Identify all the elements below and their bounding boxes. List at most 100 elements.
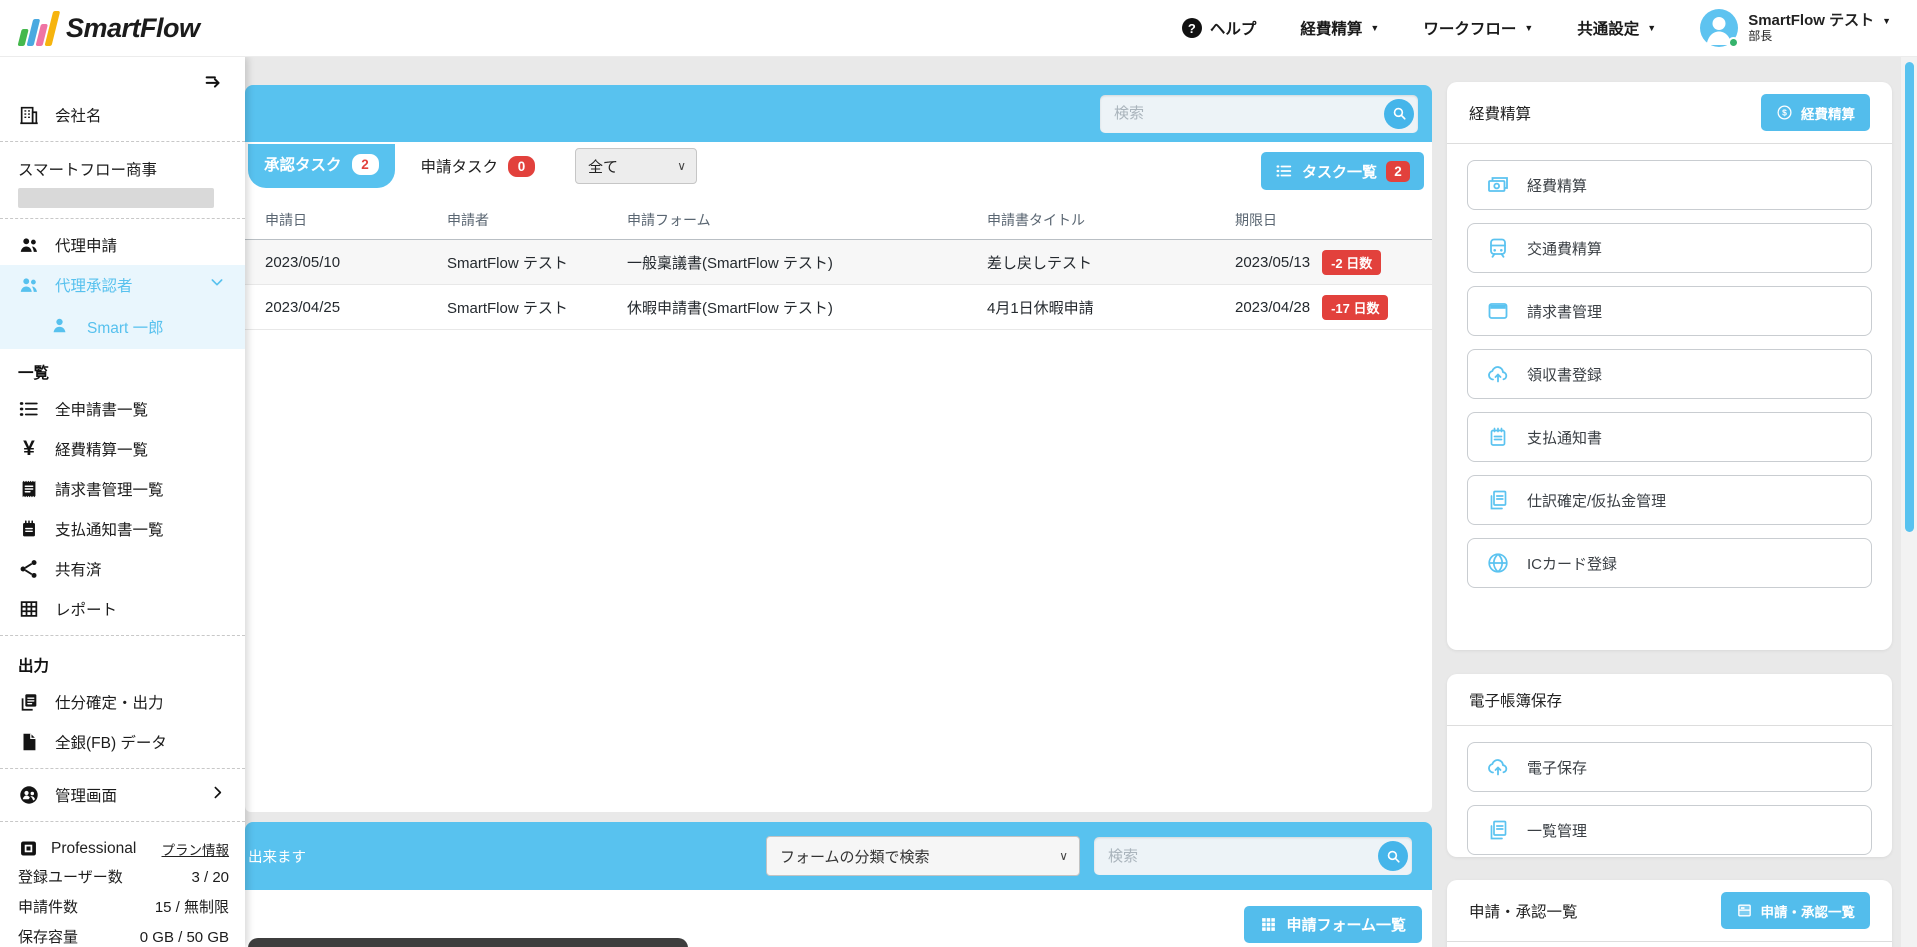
tasks-search (1100, 94, 1418, 133)
sidebar-section-list: 一覧 (18, 365, 50, 382)
plan-badge-icon (18, 838, 39, 859)
bottom-toast (248, 938, 688, 947)
file-icon (18, 731, 40, 753)
journal-icon (18, 691, 40, 713)
sidebar-item-admin[interactable]: 管理画面 (0, 775, 245, 815)
expense-item-payment-notice[interactable]: 支払通知書 (1467, 412, 1872, 462)
cell-title: 4月1日休暇申請 (987, 299, 1094, 317)
sidebar-item-label: 代理申請 (55, 238, 118, 255)
cell-due: 2023/04/28 (1235, 298, 1311, 316)
nav-workflow-menu[interactable]: ワークフロー ▼ (1423, 17, 1533, 39)
expense-item-receipt-upload[interactable]: 領収書登録 (1467, 349, 1872, 399)
sidebar-item-label: Smart 一郎 (87, 320, 164, 337)
smartflow-logo[interactable]: SmartFlow (17, 10, 200, 46)
nav-expense-menu[interactable]: 経費精算 ▼ (1300, 17, 1379, 39)
documents-icon (1486, 488, 1510, 512)
table-row[interactable]: 2023/05/10 SmartFlow テスト 一般稟議書(SmartFlow… (245, 240, 1432, 285)
documents-icon (1486, 818, 1510, 842)
plan-info-link[interactable]: プラン情報 (162, 839, 230, 859)
form-list-button[interactable]: 申請フォーム一覧 (1244, 906, 1422, 943)
cell-form: 休暇申請書(SmartFlow テスト) (627, 299, 833, 317)
request-count-badge: 0 (508, 155, 536, 177)
cell-applicant: SmartFlow テスト (447, 254, 568, 272)
sidebar-item-label: 共有済 (55, 562, 102, 579)
sidebar-item-report[interactable]: レポート (0, 589, 245, 629)
user-menu[interactable]: SmartFlow テスト ▼ 部長 (1700, 9, 1891, 48)
table-icon (18, 598, 40, 620)
people-icon (18, 234, 40, 256)
user-name: SmartFlow テスト (1748, 12, 1875, 30)
overdue-badge: -17 日数 (1322, 294, 1389, 320)
main-content: 承認タスク 2 申請タスク 0 全て ∨ タスク一覧 2 (245, 57, 1432, 947)
expense-item-invoice[interactable]: 請求書管理 (1467, 286, 1872, 336)
search-button[interactable] (1378, 841, 1408, 871)
yen-icon: ¥ (23, 437, 35, 460)
company-name: スマートフロー商事 (18, 162, 158, 179)
sidebar-item-journal-output[interactable]: 仕分確定・出力 (0, 682, 245, 722)
sidebar-item-proxy-approver[interactable]: 代理承認者 (0, 265, 245, 305)
ebook-card-title: 電子帳簿保存 (1469, 692, 1563, 710)
approval-card-title: 申請・承認一覧 (1469, 903, 1578, 921)
sidebar-item-label: 請求書管理一覧 (55, 482, 164, 499)
ebook-item-list[interactable]: 一覧管理 (1467, 805, 1872, 855)
approval-list-button[interactable]: 申請・承認一覧 (1720, 892, 1870, 929)
app-root: SmartFlow ? ヘルプ 経費精算 ▼ ワークフロー ▼ 共通設定 ▼ S… (0, 0, 1917, 947)
card-icon (1486, 299, 1510, 323)
sidebar-item-shared[interactable]: 共有済 (0, 549, 245, 589)
scrollbar-thumb[interactable] (1905, 62, 1914, 532)
search-button[interactable] (1384, 98, 1414, 129)
approval-count-badge: 2 (351, 153, 379, 175)
sidebar-item-proxy-user[interactable]: Smart 一郎 (0, 305, 245, 349)
tab-request-tasks[interactable]: 申請タスク 0 (421, 155, 536, 177)
person-icon (50, 316, 72, 338)
sidebar-item-proxy-apply[interactable]: 代理申請 (0, 225, 245, 265)
expense-item-ic-card[interactable]: ICカード登録 (1467, 538, 1872, 588)
sidebar-item-invoice-list[interactable]: 請求書管理一覧 (0, 469, 245, 509)
chevron-down-icon: ∨ (677, 159, 687, 173)
expense-item-journal[interactable]: 仕訳確定/仮払金管理 (1467, 475, 1872, 525)
banknote-icon (1486, 173, 1510, 197)
tab-approval-tasks[interactable]: 承認タスク 2 (248, 144, 395, 188)
nav-help[interactable]: ? ヘルプ (1181, 17, 1256, 39)
expense-card-title: 経費精算 (1469, 105, 1532, 123)
sidebar-item-expense-list[interactable]: ¥ 経費精算一覧 (0, 429, 245, 469)
sidebar-item-zengin-data[interactable]: 全銀(FB) データ (0, 722, 245, 762)
expense-item-transport[interactable]: 交通費精算 (1467, 223, 1872, 273)
divider (0, 218, 245, 219)
nav-settings-menu[interactable]: 共通設定 ▼ (1577, 17, 1656, 39)
invoice-icon (18, 478, 40, 500)
forms-search-input[interactable] (1094, 837, 1412, 875)
tasks-search-input[interactable] (1100, 94, 1418, 133)
chevron-down-icon: ▼ (1882, 15, 1891, 26)
approval-status-header: ステータス 件数 (1447, 942, 1892, 947)
smartflow-logo-icon (17, 10, 61, 46)
table-row[interactable]: 2023/04/25 SmartFlow テスト 休暇申請書(SmartFlow… (245, 285, 1432, 330)
left-sidebar: 会社名 スマートフロー商事 代理申請 代理承認者 Smart 一郎 一覧 全申請… (0, 57, 245, 947)
ebook-item-storage[interactable]: 電子保存 (1467, 742, 1872, 792)
cell-form: 一般稟議書(SmartFlow テスト) (627, 254, 833, 272)
sidebar-item-company[interactable]: 会社名 (0, 95, 245, 135)
sidebar-item-label: 仕分確定・出力 (55, 695, 164, 712)
forms-search (1094, 837, 1412, 875)
stat-storage: 保存容量 0 GB / 50 GB (18, 928, 229, 946)
sidebar-collapse-icon[interactable] (203, 71, 225, 93)
sidebar-item-payment-notice-list[interactable]: 支払通知書一覧 (0, 509, 245, 549)
logo-text: SmartFlow (66, 12, 200, 43)
chevron-down-icon: ∨ (1059, 849, 1068, 863)
cell-date: 2023/04/25 (265, 298, 341, 316)
task-list-button[interactable]: タスク一覧 2 (1260, 152, 1424, 190)
task-table-header: 申請日 申請者 申請フォーム 申請書タイトル 期限日 (245, 200, 1432, 240)
sidebar-item-all-requests[interactable]: 全申請書一覧 (0, 389, 245, 429)
task-filter-select[interactable]: 全て ∨ (575, 148, 698, 184)
sidebar-item-label: 管理画面 (55, 788, 118, 805)
chevron-down-icon: ▼ (1370, 22, 1380, 33)
expense-item-expense[interactable]: 経費精算 (1467, 160, 1872, 210)
list-icon (1275, 162, 1293, 180)
sidebar-item-label: 経費精算一覧 (55, 442, 149, 459)
people-icon (18, 274, 40, 296)
expense-header-button[interactable]: $ 経費精算 (1761, 94, 1870, 131)
form-category-select[interactable]: フォームの分類で検索 ∨ (766, 836, 1080, 876)
sidebar-item-label: 代理承認者 (55, 278, 133, 295)
globe-icon (1486, 551, 1510, 575)
sidebar-item-label: 会社名 (55, 108, 102, 125)
